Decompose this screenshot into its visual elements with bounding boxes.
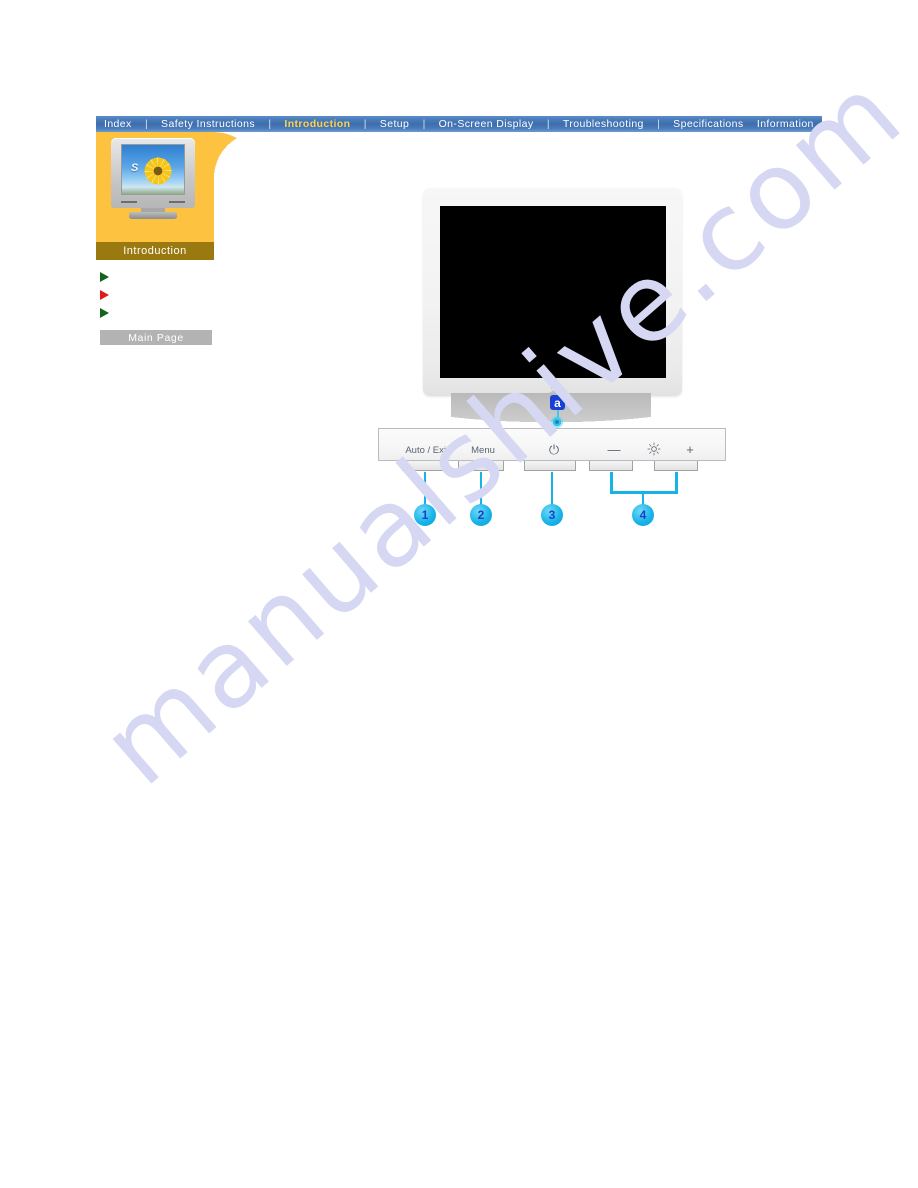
nav-item-safety-instructions[interactable]: Safety Instructions xyxy=(161,119,255,130)
callout-3-number: 3 xyxy=(548,508,556,522)
callout-badge-a-label: a xyxy=(554,395,561,410)
monitor-front-controls-diagram: a Auto / Exit Menu ⏻ — + 1 2 3 4 xyxy=(376,184,736,534)
sidebar-link-3[interactable] xyxy=(100,304,232,322)
red-triangle-icon xyxy=(100,290,109,300)
nav-item-information[interactable]: Information xyxy=(757,119,814,130)
monitor-bezel xyxy=(423,188,682,396)
minus-button-icon[interactable]: — xyxy=(608,443,621,456)
main-page-button[interactable]: Main Page xyxy=(100,330,212,345)
green-triangle-icon xyxy=(100,308,109,318)
sidebar-link-list xyxy=(96,268,232,322)
nav-item-introduction[interactable]: Introduction xyxy=(284,119,350,130)
nav-item-index[interactable]: Index xyxy=(104,119,132,130)
power-button-icon[interactable]: ⏻ xyxy=(549,443,559,456)
monitor-control-panel: Auto / Exit Menu ⏻ — + xyxy=(378,428,726,461)
green-triangle-icon xyxy=(100,272,109,282)
bezel-center-mark-icon xyxy=(550,387,556,389)
thumbnail-bezel: S xyxy=(111,138,195,208)
button-tab-minus[interactable] xyxy=(589,461,633,471)
button-tab-menu[interactable] xyxy=(458,461,504,471)
sidebar-link-1[interactable] xyxy=(100,268,232,286)
sidebar-link-2[interactable] xyxy=(100,286,232,304)
callout-3[interactable]: 3 xyxy=(541,504,563,526)
nav-item-troubleshooting[interactable]: Troubleshooting xyxy=(563,119,644,130)
callout-4-number: 4 xyxy=(639,508,647,522)
sidebar-thumbnail-panel: S xyxy=(96,132,260,242)
thumbnail-brand-strip xyxy=(121,199,185,204)
button-tab-auto-exit[interactable] xyxy=(402,461,448,471)
thumbnail-screen: S xyxy=(121,144,185,195)
control-label-menu[interactable]: Menu xyxy=(471,446,495,456)
nav-separator: | xyxy=(657,117,660,130)
thumbnail-logo: S xyxy=(131,162,139,174)
button-tab-power[interactable] xyxy=(524,461,576,471)
main-page-button-label: Main Page xyxy=(128,331,184,344)
nav-item-setup[interactable]: Setup xyxy=(380,119,409,130)
nav-separator: | xyxy=(145,117,148,130)
sidebar-panel-curve xyxy=(214,132,260,178)
sunflower-icon xyxy=(139,152,177,190)
plus-button-icon[interactable]: + xyxy=(686,443,694,456)
callout-1-number: 1 xyxy=(421,508,429,522)
callout-4[interactable]: 4 xyxy=(632,504,654,526)
sidebar: S Introduction Main Page xyxy=(96,132,260,345)
nav-separator: | xyxy=(422,117,426,130)
top-navigation-bar: Index | Safety Instructions | Introducti… xyxy=(96,116,822,132)
nav-separator: | xyxy=(546,117,550,130)
callout-2-line xyxy=(480,472,482,508)
callout-2-number: 2 xyxy=(477,508,485,522)
thumbnail-stand-base xyxy=(129,212,177,219)
callout-3-line xyxy=(551,472,553,508)
callout-1[interactable]: 1 xyxy=(414,504,436,526)
control-label-auto-exit[interactable]: Auto / Exit xyxy=(405,446,448,456)
a-callout-connector xyxy=(556,410,559,420)
nav-item-on-screen-display[interactable]: On-Screen Display xyxy=(439,119,534,130)
callout-2[interactable]: 2 xyxy=(470,504,492,526)
monitor-screen xyxy=(440,206,666,378)
sidebar-section-label-text: Introduction xyxy=(123,245,187,257)
brightness-sun-icon[interactable] xyxy=(647,442,661,456)
nav-item-specifications[interactable]: Specifications xyxy=(673,119,743,130)
nav-separator: | xyxy=(268,117,272,130)
nav-separator: | xyxy=(363,117,367,130)
callout-badge-a: a xyxy=(550,395,565,410)
sidebar-section-label: Introduction xyxy=(96,242,214,260)
monitor-thumbnail-icon: S xyxy=(107,138,199,219)
button-tab-plus[interactable] xyxy=(654,461,698,471)
callout-4-bracket xyxy=(610,491,678,494)
callout-1-line xyxy=(424,472,426,508)
